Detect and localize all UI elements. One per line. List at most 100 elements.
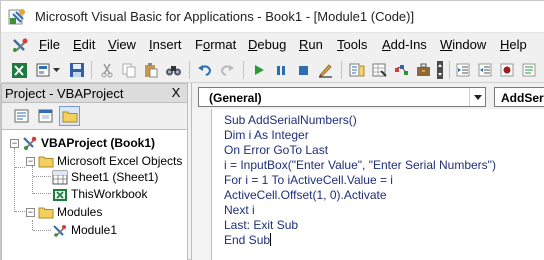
tree-guide-line [33, 176, 51, 177]
toolbar-grip-icon [437, 61, 443, 79]
vba-tools-icon[interactable] [11, 36, 29, 54]
object-browser-button[interactable] [391, 60, 411, 80]
undo-button[interactable] [195, 60, 215, 80]
toolbar-separator [243, 61, 244, 79]
menu-run[interactable]: Run [299, 37, 323, 52]
menu-insert[interactable]: Insert [149, 37, 182, 52]
tree-item-sheet1[interactable]: Sheet1 (Sheet1) [52, 168, 158, 186]
vba-app-icon [8, 9, 25, 25]
standard-toolbar [1, 57, 544, 83]
collapse-icon[interactable]: − [26, 156, 35, 166]
outdent-button[interactable] [475, 60, 495, 80]
folder-icon [38, 207, 54, 219]
save-button[interactable] [67, 60, 87, 80]
vba-project-icon [23, 136, 37, 150]
code-line: ActiveCell.Offset(1, 0).Activate [224, 188, 387, 202]
code-editor[interactable]: Sub AddSerialNumbers() Dim i As Integer … [214, 111, 544, 259]
paste-icon [145, 63, 158, 78]
redo-button[interactable] [217, 60, 237, 80]
code-line-last: End Sub [224, 233, 272, 248]
code-combo-row: (General) AddSerialNumbers [192, 83, 544, 109]
insert-dropdown-button[interactable] [51, 60, 61, 80]
tree-label: Sheet1 (Sheet1) [71, 170, 159, 184]
tree-item-modules[interactable]: − Modules [26, 203, 102, 221]
comment-block-button[interactable] [519, 60, 539, 80]
procedure-combo[interactable]: AddSerialNumbers [494, 87, 544, 107]
cut-icon [101, 63, 113, 78]
code-line: Dim i As Integer [224, 128, 309, 142]
folder-icon [38, 156, 54, 168]
menu-file[interactable]: File [39, 37, 60, 52]
stop-icon [299, 66, 308, 75]
paste-button[interactable] [141, 60, 161, 80]
cut-button[interactable] [97, 60, 117, 80]
view-excel-button[interactable] [9, 60, 29, 80]
pause-icon [277, 66, 285, 75]
copy-button[interactable] [119, 60, 139, 80]
design-mode-button[interactable] [315, 60, 335, 80]
toolbox-button[interactable] [413, 60, 433, 80]
insert-module-icon [36, 63, 50, 77]
close-icon[interactable]: X [168, 85, 184, 101]
worksheet-icon [52, 170, 68, 184]
redo-icon [220, 65, 234, 76]
code-line: On Error GoTo Last [224, 143, 329, 157]
tree-guide-line [15, 211, 25, 212]
menu-format[interactable]: Format [195, 37, 236, 52]
view-object-button[interactable] [35, 106, 56, 126]
object-combo[interactable]: (General) [198, 87, 486, 107]
code-window: (General) AddSerialNumbers Sub AddSerial… [191, 83, 544, 260]
toggle-breakpoint-button[interactable] [497, 60, 517, 80]
code-line: Next i [224, 203, 255, 217]
tree-label: Modules [57, 205, 103, 219]
properties-icon [372, 63, 387, 77]
tree-label: Microsoft Excel Objects [57, 154, 183, 168]
collapse-icon[interactable]: − [26, 207, 35, 217]
menu-help[interactable]: Help [500, 37, 527, 52]
reset-button[interactable] [293, 60, 313, 80]
view-code-icon [14, 109, 29, 123]
tree-guide-line [14, 148, 15, 212]
module-icon [53, 224, 66, 237]
insert-module-button[interactable] [33, 60, 53, 80]
menu-view[interactable]: View [108, 37, 136, 52]
toolbar-separator [189, 61, 190, 79]
tree-item-vbaproject[interactable]: − VBAProject (Book1) [10, 134, 155, 152]
text-caret [270, 233, 272, 246]
toolbar-separator [91, 61, 92, 79]
project-tree: − VBAProject (Book1) − Microsoft Excel O… [1, 129, 188, 260]
menu-edit[interactable]: Edit [73, 37, 95, 52]
break-button[interactable] [271, 60, 291, 80]
procedure-combo-value: AddSerialNumbers [501, 91, 544, 105]
menu-debug[interactable]: Debug [248, 37, 286, 52]
excel-icon [11, 62, 27, 78]
project-pane-header: Project - VBAProject X [1, 83, 188, 103]
toolbar-separator [341, 61, 342, 79]
undo-icon [198, 65, 212, 76]
collapse-icon[interactable]: − [10, 138, 19, 148]
find-button[interactable] [163, 60, 183, 80]
menu-add-ins[interactable]: Add-Ins [382, 37, 427, 52]
toolbar-overflow-button[interactable] [435, 60, 445, 80]
object-combo-value: (General) [209, 91, 262, 105]
tree-guide-line [33, 230, 51, 231]
save-icon [70, 63, 84, 77]
tree-item-thisworkbook[interactable]: ThisWorkbook [52, 185, 147, 203]
tree-guide-line [33, 193, 51, 194]
code-margin-indicator-bar [192, 109, 212, 260]
copy-icon [122, 63, 136, 78]
menu-window[interactable]: Window [440, 37, 486, 52]
properties-window-button[interactable] [369, 60, 389, 80]
menu-tools[interactable]: Tools [337, 37, 367, 52]
project-explorer-button[interactable] [347, 60, 367, 80]
indent-button[interactable] [453, 60, 473, 80]
folder-icon [62, 111, 77, 123]
chevron-down-icon[interactable] [469, 88, 485, 106]
view-code-button[interactable] [11, 106, 32, 126]
tree-guide-line [32, 166, 33, 194]
run-button[interactable] [249, 60, 269, 80]
code-line: Sub AddSerialNumbers() [224, 113, 357, 127]
toggle-folders-button[interactable] [59, 106, 80, 126]
project-pane-toolbar [1, 103, 188, 129]
tree-item-module1[interactable]: Module1 [52, 221, 117, 239]
